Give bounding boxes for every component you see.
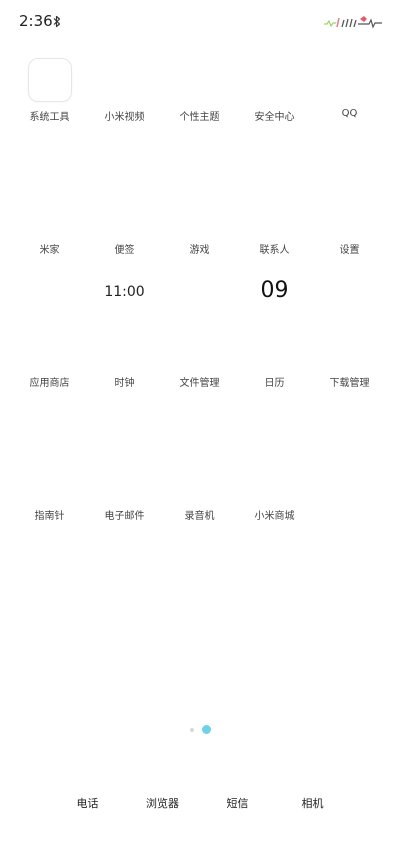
app-games[interactable]: 游戏 [162, 191, 237, 324]
email-icon [103, 457, 145, 499]
dock-phone[interactable]: 电话 [50, 795, 125, 811]
signal-icon [324, 17, 357, 28]
settings-icon [328, 191, 370, 233]
app-label: 日历 [264, 378, 285, 389]
app-downloads[interactable]: 下载管理 [312, 324, 387, 457]
app-label: QQ [341, 108, 358, 119]
page-indicator[interactable] [188, 724, 214, 736]
qq-icon [328, 58, 370, 100]
app-label: 电子邮件 [104, 511, 145, 522]
app-label: 小米视频 [104, 112, 145, 123]
app-grid: 系统工具 小米视频 个性主题 安全中心 QQ 米家 便签 游戏 联系人 设置 应… [12, 58, 387, 590]
app-app-store[interactable]: 应用商店 [12, 324, 87, 457]
shield-icon [253, 58, 295, 100]
app-clock[interactable]: 时钟 [87, 324, 162, 457]
app-file-manager[interactable]: 文件管理 [162, 324, 237, 457]
app-recorder[interactable]: 录音机 [162, 457, 237, 590]
app-label: 便签 [114, 245, 135, 256]
video-icon [103, 58, 145, 100]
app-label: 文件管理 [179, 378, 220, 389]
app-mi-mall[interactable]: 小米商城 [237, 457, 312, 590]
app-label: 小米商城 [254, 511, 295, 522]
app-calendar[interactable]: 日历 [237, 324, 312, 457]
store-icon [28, 324, 70, 366]
app-mi-home[interactable]: 米家 [12, 191, 87, 324]
dock-camera[interactable]: 相机 [275, 795, 350, 811]
bluetooth-icon [53, 13, 61, 32]
app-themes[interactable]: 个性主题 [162, 58, 237, 191]
app-email[interactable]: 电子邮件 [87, 457, 162, 590]
app-label: 录音机 [184, 511, 215, 522]
status-bar: 2:36 [0, 0, 400, 44]
folder-icon [28, 58, 72, 102]
dock-label: 相机 [301, 797, 324, 810]
dock-sms[interactable]: 短信 [200, 795, 275, 811]
app-contacts[interactable]: 联系人 [237, 191, 312, 324]
app-label: 系统工具 [29, 112, 70, 123]
download-icon [328, 324, 370, 366]
app-system-tools[interactable]: 系统工具 [12, 58, 87, 191]
app-label: 时钟 [114, 378, 135, 389]
home-icon [28, 191, 70, 233]
page-dot-active[interactable] [202, 725, 211, 734]
app-label: 指南针 [34, 511, 65, 522]
app-label: 设置 [339, 245, 360, 256]
app-label: 米家 [39, 245, 60, 256]
app-label: 个性主题 [179, 112, 220, 123]
app-compass[interactable]: 指南针 [12, 457, 87, 590]
app-settings[interactable]: 设置 [312, 191, 387, 324]
app-label: 安全中心 [254, 112, 295, 123]
clock-time-text: 11:00 [104, 284, 145, 300]
dock: 电话 浏览器 短信 相机 [50, 795, 350, 811]
app-security[interactable]: 安全中心 [237, 58, 312, 191]
notes-icon [103, 191, 145, 233]
dock-label: 短信 [226, 797, 249, 810]
compass-icon [28, 457, 70, 499]
files-icon [178, 324, 220, 366]
recorder-icon [178, 457, 220, 499]
app-mi-video[interactable]: 小米视频 [87, 58, 162, 191]
dock-browser[interactable]: 浏览器 [125, 795, 200, 811]
clock-icon [103, 324, 145, 366]
app-notes[interactable]: 便签 [87, 191, 162, 324]
contacts-icon [253, 191, 295, 233]
game-icon [178, 191, 220, 233]
battery-icon [358, 16, 382, 29]
app-label: 游戏 [189, 245, 210, 256]
system-status-icons [324, 14, 384, 33]
dock-label: 浏览器 [146, 797, 179, 810]
mall-icon [253, 457, 295, 499]
calendar-date-text: 09 [260, 278, 289, 303]
theme-icon [178, 58, 220, 100]
status-time: 2:36 [19, 12, 53, 30]
app-qq[interactable]: QQ [312, 58, 387, 191]
app-label: 联系人 [259, 245, 290, 256]
page-dot-inactive[interactable] [190, 728, 194, 732]
calendar-icon [253, 324, 295, 366]
dock-label: 电话 [76, 797, 99, 810]
app-label: 下载管理 [329, 378, 370, 389]
app-label: 应用商店 [29, 378, 70, 389]
